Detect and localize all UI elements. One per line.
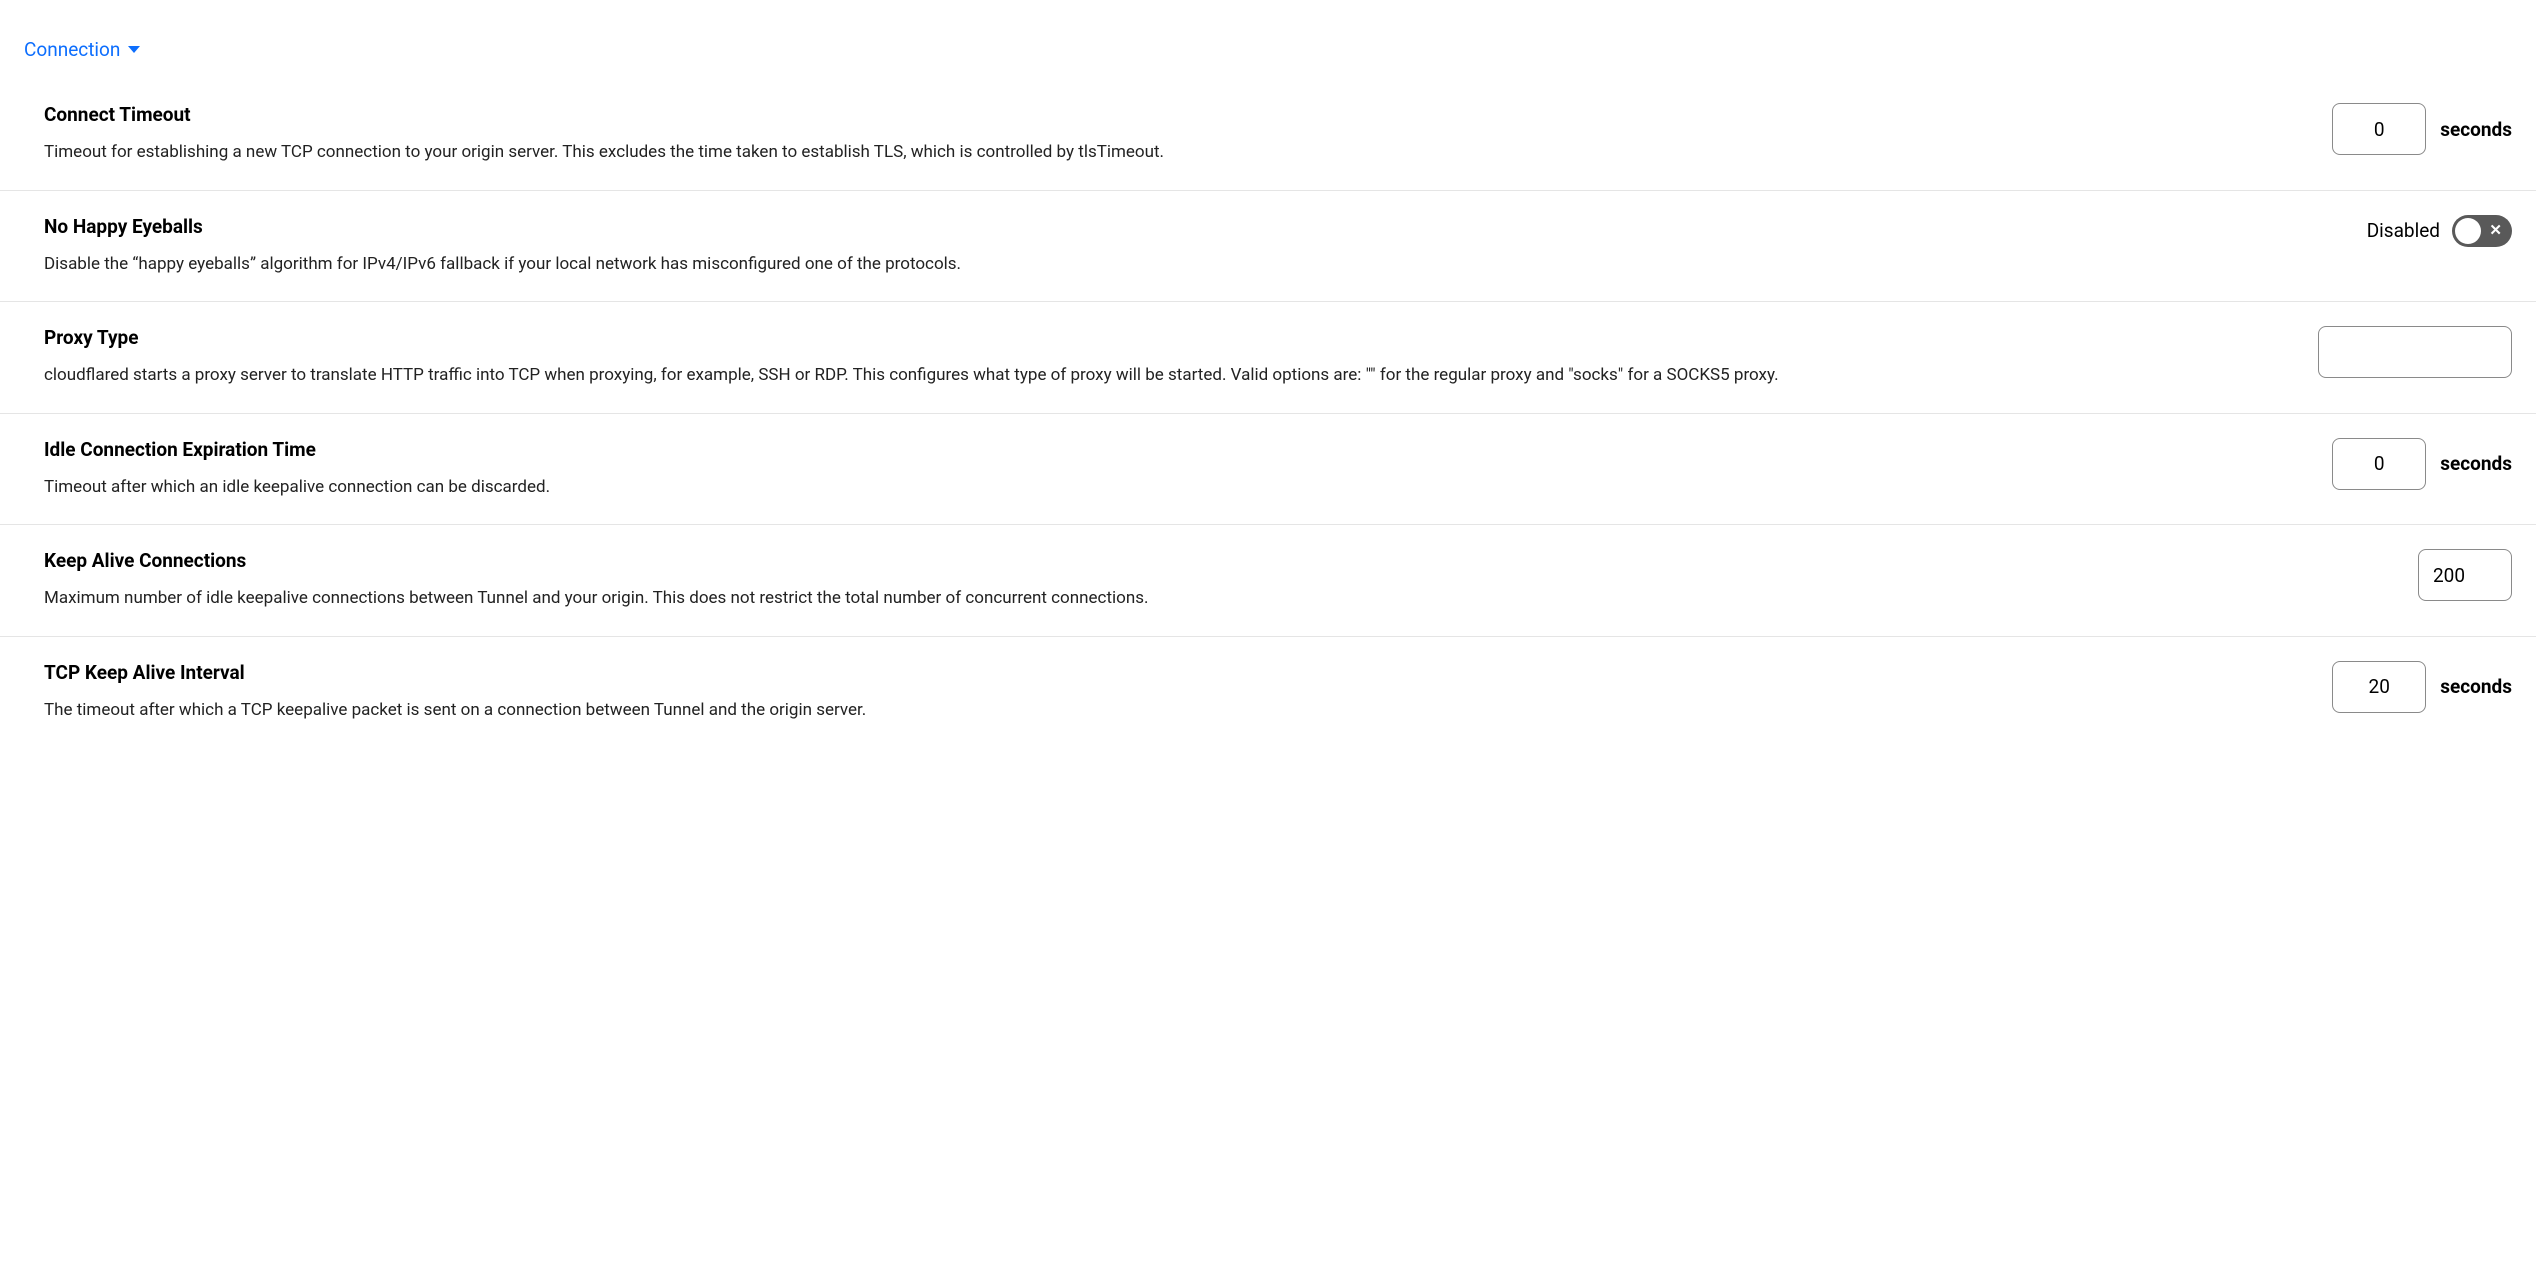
setting-control: Disabled ✕ [2367,215,2512,247]
setting-title-proxy-type: Proxy Type [44,326,2298,349]
unit-label-seconds: seconds [2440,675,2512,698]
setting-control [2418,549,2512,601]
toggle-state-label: Disabled [2367,219,2440,242]
setting-row-connect-timeout: Connect Timeout Timeout for establishing… [0,79,2536,191]
setting-row-proxy-type: Proxy Type cloudflared starts a proxy se… [0,302,2536,414]
setting-title-tcp-keep-alive-interval: TCP Keep Alive Interval [44,661,2312,684]
setting-desc-keep-alive-connections: Maximum number of idle keepalive connect… [44,586,2398,612]
setting-row-tcp-keep-alive-interval: TCP Keep Alive Interval The timeout afte… [0,637,2536,748]
x-icon: ✕ [2489,223,2502,238]
unit-label-seconds: seconds [2440,118,2512,141]
setting-desc-tcp-keep-alive-interval: The timeout after which a TCP keepalive … [44,698,2312,724]
setting-title-connect-timeout: Connect Timeout [44,103,2312,126]
setting-text: Connect Timeout Timeout for establishing… [44,103,2312,166]
connect-timeout-input[interactable] [2332,103,2426,155]
unit-label-seconds: seconds [2440,452,2512,475]
section-title: Connection [24,38,120,61]
tcp-keep-alive-interval-input[interactable] [2332,661,2426,713]
no-happy-eyeballs-toggle[interactable]: ✕ [2452,215,2512,247]
idle-conn-expiration-input[interactable] [2332,438,2426,490]
setting-control: seconds [2332,438,2512,490]
proxy-type-input[interactable] [2318,326,2512,378]
setting-desc-proxy-type: cloudflared starts a proxy server to tra… [44,363,2298,389]
setting-title-idle-conn-expiration: Idle Connection Expiration Time [44,438,2312,461]
setting-control: seconds [2332,103,2512,155]
setting-title-no-happy-eyeballs: No Happy Eyeballs [44,215,2347,238]
setting-control: seconds [2332,661,2512,713]
setting-row-idle-conn-expiration: Idle Connection Expiration Time Timeout … [0,414,2536,526]
section-header-connection[interactable]: Connection [0,20,2536,79]
setting-text: No Happy Eyeballs Disable the “happy eye… [44,215,2347,278]
setting-title-keep-alive-connections: Keep Alive Connections [44,549,2398,572]
keep-alive-connections-input[interactable] [2418,549,2512,601]
setting-text: Idle Connection Expiration Time Timeout … [44,438,2312,501]
caret-down-icon [128,46,140,53]
setting-desc-no-happy-eyeballs: Disable the “happy eyeballs” algorithm f… [44,252,2347,278]
setting-text: Proxy Type cloudflared starts a proxy se… [44,326,2298,389]
setting-text: TCP Keep Alive Interval The timeout afte… [44,661,2312,724]
setting-row-no-happy-eyeballs: No Happy Eyeballs Disable the “happy eye… [0,191,2536,303]
setting-control [2318,326,2512,378]
setting-desc-connect-timeout: Timeout for establishing a new TCP conne… [44,140,2312,166]
setting-desc-idle-conn-expiration: Timeout after which an idle keepalive co… [44,475,2312,501]
setting-row-keep-alive-connections: Keep Alive Connections Maximum number of… [0,525,2536,637]
toggle-knob [2455,218,2481,244]
setting-text: Keep Alive Connections Maximum number of… [44,549,2398,612]
